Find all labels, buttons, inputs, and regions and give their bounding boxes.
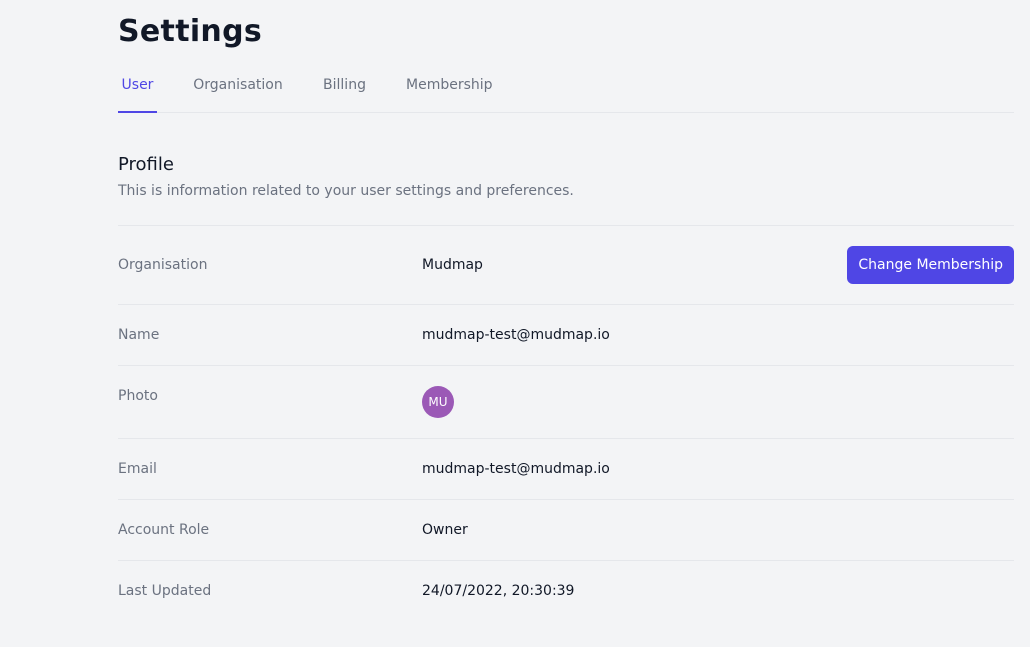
tab-billing[interactable]: Billing xyxy=(323,64,366,111)
name-label: Name xyxy=(118,327,160,343)
name-value: mudmap-test@mudmap.io xyxy=(422,327,610,343)
tab-membership[interactable]: Membership xyxy=(406,64,493,111)
email-value: mudmap-test@mudmap.io xyxy=(422,461,610,477)
settings-tabs: User Organisation Billing Membership xyxy=(118,64,1014,113)
email-label: Email xyxy=(118,461,157,477)
photo-label: Photo xyxy=(118,388,158,404)
avatar: MU xyxy=(422,386,454,418)
organisation-label: Organisation xyxy=(118,257,208,273)
last-updated-value: 24/07/2022, 20:30:39 xyxy=(422,583,575,599)
account-role-row: Account Role Owner xyxy=(118,499,1014,561)
email-row: Email mudmap-test@mudmap.io xyxy=(118,438,1014,500)
change-membership-button[interactable]: Change Membership xyxy=(847,246,1014,284)
photo-row: Photo MU xyxy=(118,365,1014,439)
last-updated-label: Last Updated xyxy=(118,583,212,599)
organisation-value: Mudmap xyxy=(422,257,483,273)
name-row: Name mudmap-test@mudmap.io xyxy=(118,304,1014,366)
organisation-row: Organisation Mudmap Change Membership xyxy=(118,225,1014,305)
tab-organisation[interactable]: Organisation xyxy=(193,64,283,111)
page-title: Settings xyxy=(118,14,263,49)
tab-user[interactable]: User xyxy=(118,64,157,113)
profile-heading: Profile xyxy=(118,154,174,175)
last-updated-row: Last Updated 24/07/2022, 20:30:39 xyxy=(118,560,1014,622)
account-role-label: Account Role xyxy=(118,522,210,538)
account-role-value: Owner xyxy=(422,522,468,538)
profile-description: This is information related to your user… xyxy=(118,183,574,199)
